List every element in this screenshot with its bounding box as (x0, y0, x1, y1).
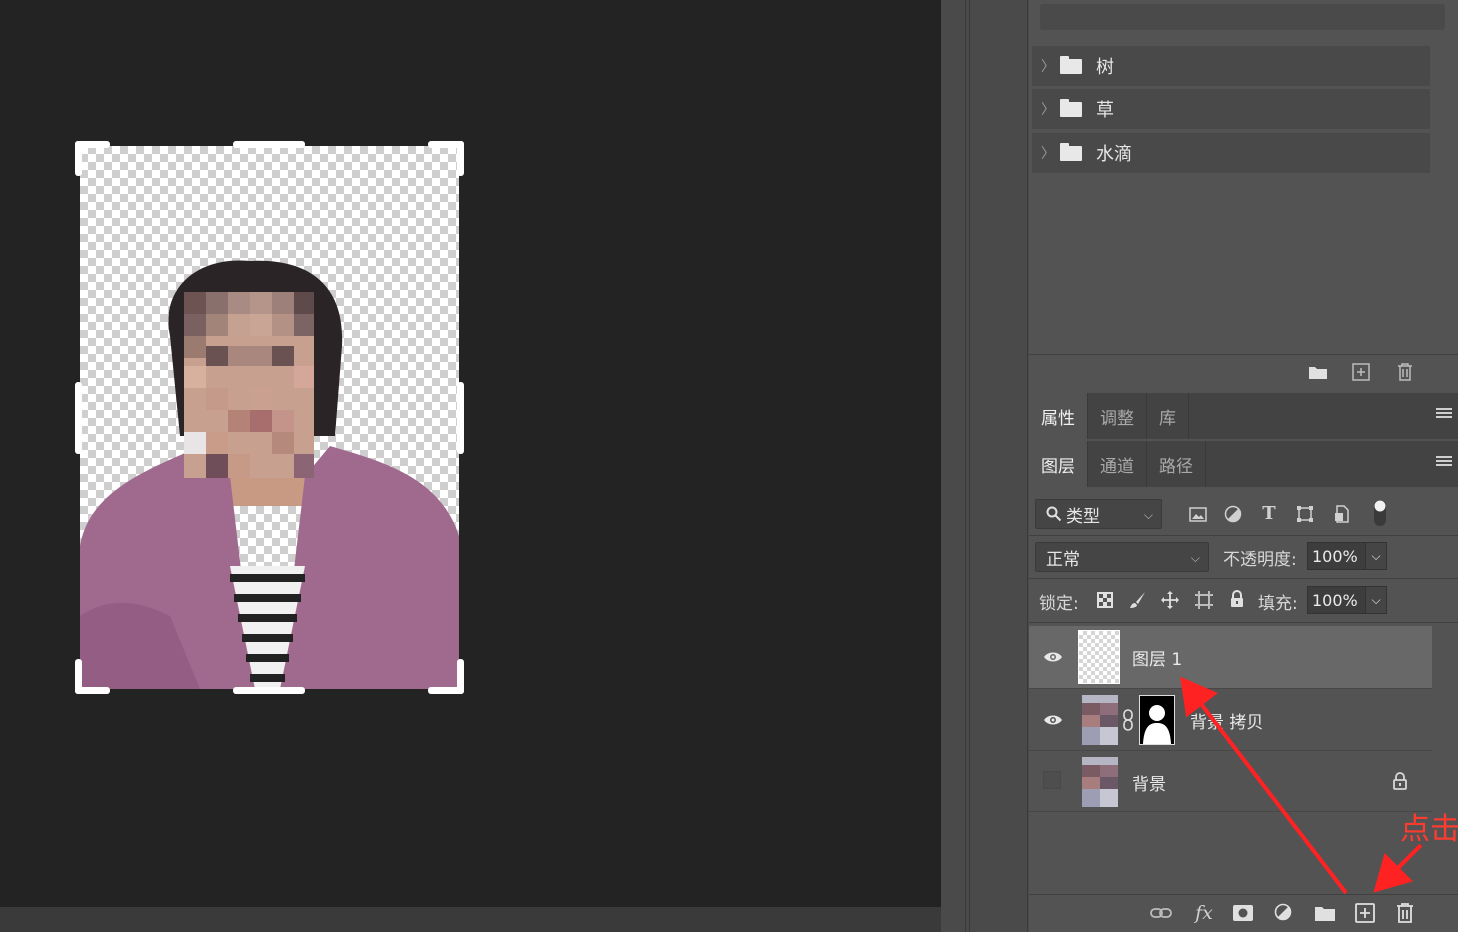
new-layer-icon[interactable] (1353, 902, 1377, 924)
fill-value: 100% (1312, 590, 1358, 610)
filter-pixel-icon[interactable] (1187, 503, 1209, 525)
layers-tabbar: 图层 通道 路径 (1029, 441, 1458, 487)
visibility-eye-icon[interactable] (1043, 651, 1063, 663)
mask-link-chain-icon[interactable] (1122, 709, 1134, 731)
layer-name[interactable]: 背景 拷贝 (1190, 708, 1263, 733)
layers-bottom-toolbar: fx (1029, 895, 1458, 932)
fill-dropdown-chevron-icon[interactable]: ⌵ (1365, 586, 1387, 614)
chevron-down-icon: ⌵ (1143, 508, 1153, 522)
layer-thumbnail (1082, 757, 1118, 807)
lock-all-icon[interactable] (1227, 589, 1247, 609)
layer-mask-thumbnail[interactable] (1139, 695, 1175, 745)
transform-handle-bottom[interactable] (233, 687, 305, 694)
lock-artboard-icon[interactable] (1194, 590, 1214, 610)
lock-label: 锁定: (1039, 594, 1079, 614)
tab-layers[interactable]: 图层 (1029, 441, 1088, 487)
layer-thumbnail (1082, 695, 1118, 745)
filter-kind-label: 类型 (1066, 506, 1100, 527)
trash-icon[interactable] (1394, 902, 1416, 924)
panel-menu-icon[interactable] (1436, 408, 1452, 422)
transform-handle-tr-v[interactable] (457, 141, 464, 176)
preset-group-label: 草 (1096, 100, 1114, 121)
preset-group-row[interactable]: 〉 草 (1032, 89, 1430, 129)
layer-locked-icon[interactable] (1392, 772, 1408, 790)
new-group-icon[interactable] (1308, 362, 1328, 382)
filter-smart-object-icon[interactable] (1331, 503, 1353, 525)
chevron-down-icon: ⌵ (1190, 551, 1200, 565)
filter-type-icon[interactable]: T (1258, 502, 1280, 524)
pixelated-face (184, 292, 314, 478)
visibility-toggle-empty[interactable] (1043, 771, 1061, 789)
panel-divider-strip (941, 0, 1029, 932)
layer-row[interactable]: 图层 1 (1029, 626, 1432, 688)
layer-row[interactable]: 背景 (1029, 750, 1432, 812)
opacity-value: 100% (1312, 546, 1358, 566)
preset-group-label: 树 (1096, 57, 1114, 78)
layers-list: 图层 1 背景 拷贝 背景 (1029, 626, 1432, 894)
lock-image-pixels-brush-icon[interactable] (1128, 590, 1148, 610)
preset-group-row[interactable]: 〉 水滴 (1032, 133, 1430, 173)
fill-label: 填充: (1258, 594, 1298, 614)
search-icon (1046, 506, 1062, 522)
right-panel: 〉 树 〉 草 〉 水滴 属性 调整 库 图层 通道 路径 类型 ⌵ T 正常 … (1029, 0, 1458, 932)
tab-library[interactable]: 库 (1147, 393, 1189, 439)
adjustment-icon[interactable] (1272, 903, 1296, 923)
mask-icon[interactable] (1231, 903, 1255, 923)
visibility-eye-icon[interactable] (1043, 714, 1063, 726)
chevron-right-icon[interactable]: 〉 (1036, 143, 1060, 163)
layer-name[interactable]: 图层 1 (1132, 645, 1182, 670)
trash-icon[interactable] (1395, 362, 1415, 382)
filter-adjustment-icon[interactable] (1222, 503, 1244, 525)
filter-shape-icon[interactable] (1294, 503, 1316, 525)
preset-group-row[interactable]: 〉 树 (1032, 46, 1430, 86)
tab-channels[interactable]: 通道 (1088, 441, 1147, 487)
fx-icon[interactable]: fx (1191, 901, 1217, 925)
canvas-horizontal-scrollbar[interactable] (0, 907, 941, 932)
layer-row[interactable]: 背景 拷贝 (1029, 688, 1432, 750)
folder-icon (1060, 98, 1082, 117)
lock-position-move-icon[interactable] (1160, 590, 1180, 610)
link-icon[interactable] (1149, 903, 1173, 923)
transform-handle-right[interactable] (457, 382, 464, 454)
layer-thumbnail (1078, 630, 1120, 684)
annotation-click-label: 点击 (1400, 812, 1458, 847)
transform-handle-bl[interactable] (75, 687, 110, 694)
group-folder-icon[interactable] (1313, 903, 1337, 923)
opacity-label: 不透明度: (1223, 550, 1297, 570)
tab-paths[interactable]: 路径 (1147, 441, 1206, 487)
folder-icon (1060, 142, 1082, 161)
layer-filter-dropdown[interactable]: 类型 ⌵ (1035, 499, 1162, 529)
canvas-area[interactable] (0, 0, 941, 932)
panel-menu-icon[interactable] (1436, 456, 1452, 470)
layer-name[interactable]: 背景 (1132, 770, 1166, 795)
transform-handle-br-v[interactable] (457, 659, 464, 694)
transform-handle-tl-v[interactable] (75, 141, 82, 176)
chevron-right-icon[interactable]: 〉 (1036, 99, 1060, 119)
properties-tabbar: 属性 调整 库 (1029, 393, 1458, 439)
document-canvas[interactable] (80, 146, 459, 689)
portrait-image (80, 260, 459, 689)
blend-mode-dropdown[interactable]: 正常 ⌵ (1035, 542, 1209, 572)
preset-group-label: 水滴 (1096, 144, 1132, 165)
transform-handle-top[interactable] (233, 141, 305, 148)
filter-toggle-switch[interactable] (1372, 499, 1388, 527)
blend-mode-value: 正常 (1046, 549, 1080, 570)
transform-handle-left[interactable] (75, 382, 82, 454)
lock-transparent-pixels-icon[interactable] (1095, 590, 1115, 610)
preset-search-field[interactable] (1040, 4, 1445, 30)
new-item-icon[interactable] (1351, 362, 1371, 382)
opacity-dropdown-chevron-icon[interactable]: ⌵ (1365, 542, 1387, 570)
folder-icon (1060, 55, 1082, 74)
chevron-right-icon[interactable]: 〉 (1036, 56, 1060, 76)
tab-adjustments[interactable]: 调整 (1088, 393, 1147, 439)
tab-properties[interactable]: 属性 (1029, 393, 1088, 439)
